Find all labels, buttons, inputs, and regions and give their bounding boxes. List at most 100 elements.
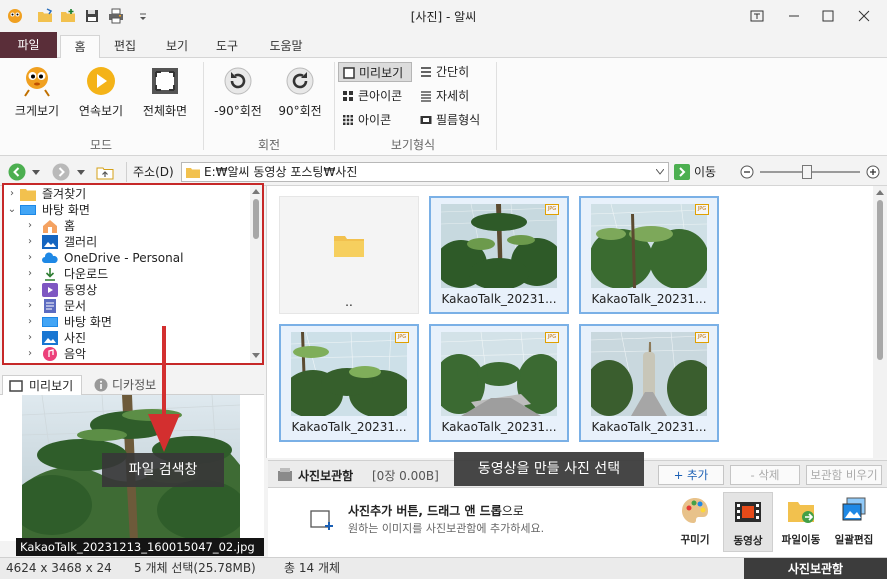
slideshow-button[interactable]: 연속보기 — [74, 64, 128, 119]
home-icon — [43, 220, 57, 233]
tab-home[interactable]: 홈 — [60, 35, 100, 59]
expand-chevron-icon[interactable]: › — [25, 250, 35, 266]
large-view-button[interactable]: 크게보기 — [10, 64, 64, 119]
grid-scrollbar[interactable] — [873, 186, 887, 458]
rotate-left-button[interactable]: -90°회전 — [210, 64, 266, 119]
forward-icon[interactable] — [52, 163, 70, 181]
expand-chevron-icon[interactable]: › — [25, 234, 35, 250]
desktop-icon — [20, 205, 36, 215]
rotate-right-label: 90°회전 — [278, 104, 322, 118]
go-button-label[interactable]: 이동 — [694, 163, 716, 181]
picture-icon — [42, 331, 58, 345]
photo-thumbnail[interactable]: JPG KakaoTalk_20231... — [429, 324, 569, 442]
back-icon[interactable] — [8, 163, 26, 181]
annotation-arrow — [148, 326, 180, 452]
expand-chevron-icon[interactable]: › — [25, 298, 35, 314]
maximize-button[interactable] — [814, 4, 842, 28]
zoom-slider-thumb[interactable] — [802, 165, 812, 179]
add-photo-button[interactable]: + 추가 — [658, 465, 724, 485]
view-simple-option[interactable]: 간단히 — [416, 62, 486, 82]
preview-filename: KakaoTalk_20231213_160015047_02.jpg — [16, 538, 264, 556]
file-move-button[interactable]: 파일이동 — [776, 492, 826, 552]
view-icon-option[interactable]: 아이콘 — [338, 110, 414, 130]
tree-item-label: 즐겨찾기 — [42, 187, 87, 201]
rotate-group-label: 회전 — [257, 138, 281, 152]
fullscreen-button[interactable]: 전체화면 — [138, 64, 192, 119]
tab-preview[interactable]: 미리보기 — [2, 375, 82, 395]
details-icon — [421, 91, 431, 102]
rotate-right-button[interactable]: 90°회전 — [272, 64, 328, 119]
ribbon-separator — [334, 62, 335, 150]
scroll-up-icon[interactable] — [252, 188, 260, 194]
tree-item-label: 바탕 화면 — [64, 315, 112, 329]
photo-thumbnail[interactable]: JPG KakaoTalk_20231... — [429, 196, 569, 314]
minimize-button[interactable] — [780, 4, 808, 28]
gallery-icon — [42, 235, 58, 249]
jpg-badge: JPG — [695, 332, 709, 343]
photo-thumbnail[interactable]: JPG KakaoTalk_20231... — [579, 324, 719, 442]
view-large-icon-option[interactable]: 큰아이콘 — [338, 86, 414, 106]
view-details-option[interactable]: 자세히 — [416, 86, 486, 106]
scroll-up-icon[interactable] — [876, 189, 884, 195]
search-pane-annotation: 파일 검색창 — [102, 453, 224, 487]
folder-icon — [334, 236, 364, 257]
filmstrip-icon — [420, 116, 432, 124]
empty-box-button[interactable]: 보관함 비우기 — [806, 465, 882, 485]
address-label: 주소(D) — [133, 165, 174, 179]
small-grid-icon — [343, 115, 353, 125]
grid-scroll-thumb[interactable] — [877, 200, 883, 360]
folder-move-icon — [788, 502, 814, 523]
parent-folder-thumbnail[interactable]: .. — [279, 196, 419, 314]
collapse-chevron-icon[interactable]: ⌄ — [7, 202, 17, 218]
tree-item-label: 문서 — [64, 299, 87, 313]
tab-file[interactable]: 파일 — [0, 32, 57, 58]
photo-thumbnail[interactable]: JPG KakaoTalk_20231... — [279, 324, 419, 442]
video-icon — [42, 283, 58, 297]
tab-help[interactable]: 도움말 — [260, 35, 312, 58]
expand-chevron-icon[interactable]: › — [25, 346, 35, 362]
zoom-in-icon[interactable] — [866, 165, 880, 179]
tab-tools[interactable]: 도구 — [206, 35, 248, 58]
view-restore-button[interactable] — [743, 4, 771, 28]
star-folder-icon — [20, 189, 36, 201]
delete-photo-button[interactable]: - 삭제 — [730, 465, 800, 485]
tree-item-label: 음악 — [64, 347, 87, 361]
photo-thumbnail[interactable]: JPG KakaoTalk_20231... — [579, 196, 719, 314]
expand-chevron-icon[interactable]: › — [25, 266, 35, 282]
close-button[interactable] — [850, 4, 878, 28]
video-make-label: 동영상 — [733, 535, 763, 547]
tree-scrollbar[interactable] — [250, 185, 262, 363]
zoom-out-icon[interactable] — [740, 165, 754, 179]
expand-chevron-icon[interactable]: › — [25, 282, 35, 298]
expand-chevron-icon[interactable]: › — [25, 218, 35, 234]
photo-box-icon — [278, 468, 292, 481]
go-icon[interactable] — [674, 164, 690, 180]
rotate-left-icon — [224, 67, 252, 95]
parent-folder-icon[interactable] — [96, 163, 114, 181]
address-input[interactable]: E:₩알씨 동영상 포스팅₩사진 — [181, 162, 669, 182]
photo-box-tab[interactable]: 사진보관함 — [744, 558, 887, 579]
expand-chevron-icon[interactable]: › — [25, 314, 35, 330]
decorate-button[interactable]: 꾸미기 — [670, 492, 720, 552]
rotate-left-label: -90°회전 — [214, 104, 262, 118]
expand-chevron-icon[interactable]: › — [25, 330, 35, 346]
address-dropdown-icon[interactable] — [656, 169, 664, 175]
back-dropdown-icon[interactable] — [32, 170, 40, 176]
tab-view[interactable]: 보기 — [156, 35, 198, 58]
greenhouse-photo — [441, 332, 557, 416]
thumbnail-caption: KakaoTalk_20231... — [441, 292, 557, 306]
batch-edit-label: 일괄편집 — [834, 534, 874, 546]
tab-edit[interactable]: 편집 — [104, 35, 146, 58]
view-large-icon-label: 큰아이콘 — [358, 89, 403, 103]
view-preview-option[interactable]: 미리보기 — [338, 62, 412, 82]
expand-chevron-icon[interactable]: › — [7, 186, 17, 202]
forward-dropdown-icon[interactable] — [77, 170, 85, 176]
jpg-badge: JPG — [545, 332, 559, 343]
view-group-label: 보기형식 — [390, 138, 436, 152]
tree-scroll-thumb[interactable] — [253, 199, 259, 239]
palette-icon — [682, 498, 708, 523]
batch-edit-button[interactable]: 일괄편집 — [829, 492, 879, 552]
view-filmstrip-option[interactable]: 필름형식 — [416, 110, 492, 130]
video-make-button[interactable]: 동영상 — [723, 492, 773, 552]
scroll-down-icon[interactable] — [252, 353, 260, 359]
